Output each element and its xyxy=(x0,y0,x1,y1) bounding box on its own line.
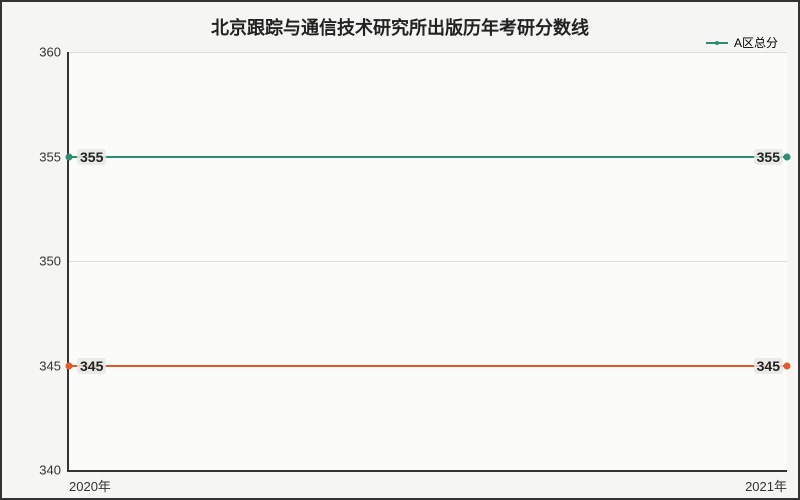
ytick-355: 355 xyxy=(39,149,61,164)
xtick-2021: 2021年 xyxy=(745,476,787,495)
point-a-2021 xyxy=(784,153,791,160)
point-b-2021 xyxy=(784,362,791,369)
legend-item-a: A区总分 xyxy=(706,34,778,51)
point-a-2020 xyxy=(66,153,73,160)
datalabel-a-2020: 355 xyxy=(77,149,106,165)
ytick-360: 360 xyxy=(39,45,61,60)
datalabel-b-2020: 345 xyxy=(77,358,106,374)
datalabel-a-2021: 355 xyxy=(754,149,783,165)
plot-area: 360 355 350 345 340 2020年 2021年 355 355 … xyxy=(67,52,787,472)
legend-label-a: A区总分 xyxy=(734,34,778,51)
series-line-b xyxy=(69,365,787,367)
ytick-350: 350 xyxy=(39,254,61,269)
legend-swatch-a-icon xyxy=(706,42,728,44)
xtick-2020: 2020年 xyxy=(69,476,111,495)
ytick-340: 340 xyxy=(39,463,61,478)
datalabel-b-2021: 345 xyxy=(754,358,783,374)
point-b-2020 xyxy=(66,362,73,369)
ytick-345: 345 xyxy=(39,358,61,373)
series-line-a xyxy=(69,156,787,158)
chart-title: 北京跟踪与通信技术研究所出版历年考研分数线 xyxy=(2,14,798,40)
